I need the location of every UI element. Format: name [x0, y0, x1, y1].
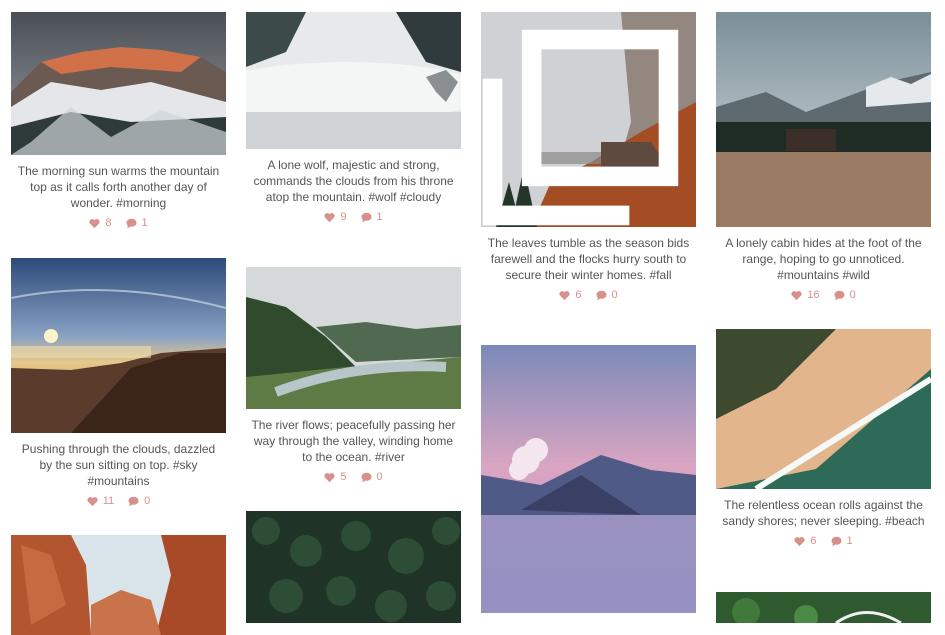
post-image-green-aerial[interactable] — [716, 592, 931, 623]
post-card — [716, 592, 931, 623]
post-stats: 8 1 — [11, 217, 226, 229]
like-count: 6 — [575, 289, 582, 301]
post-caption: A lonely cabin hides at the foot of the … — [725, 236, 922, 282]
heart-icon — [794, 536, 805, 546]
heart-icon — [87, 496, 98, 506]
post-caption: Pushing through the clouds, dazzled by t… — [21, 442, 216, 488]
comment-button[interactable]: 0 — [834, 289, 856, 301]
like-button[interactable]: 16 — [791, 289, 820, 301]
heart-icon — [324, 472, 335, 482]
post-image-pine-forest[interactable] — [246, 511, 461, 623]
comment-count: 1 — [376, 211, 383, 223]
like-count: 6 — [810, 535, 817, 547]
post-image-mountain-cabin[interactable] — [716, 12, 931, 227]
heart-icon — [559, 290, 570, 300]
post-card — [481, 345, 696, 613]
comment-button[interactable]: 0 — [595, 289, 618, 301]
comment-count: 1 — [141, 217, 148, 229]
post-card: The morning sun warms the mountain top a… — [11, 12, 226, 229]
post-image-beach-aerial[interactable] — [716, 329, 931, 489]
comment-button[interactable]: 1 — [830, 535, 853, 547]
like-count: 5 — [340, 471, 347, 483]
multiple-photos-icon — [482, 29, 679, 226]
comment-icon — [125, 218, 137, 229]
like-button[interactable]: 9 — [324, 211, 347, 223]
comment-count: 0 — [611, 289, 618, 301]
like-button[interactable]: 5 — [324, 471, 347, 483]
post-caption: A lone wolf, majestic and strong, comman… — [253, 158, 454, 204]
like-count: 11 — [102, 495, 115, 507]
comment-button[interactable]: 1 — [125, 217, 148, 229]
comment-button[interactable]: 0 — [128, 495, 150, 507]
comment-icon — [595, 290, 607, 301]
post-card — [11, 535, 226, 635]
post-caption: The morning sun warms the mountain top a… — [17, 164, 220, 210]
post-image-foggy-autumn[interactable] — [481, 12, 696, 227]
like-count: 16 — [807, 289, 820, 301]
post-stats: 9 1 — [246, 211, 461, 223]
like-button[interactable]: 6 — [794, 535, 817, 547]
comment-count: 0 — [849, 289, 856, 301]
comment-button[interactable]: 0 — [360, 471, 383, 483]
post-card — [246, 511, 461, 623]
post-image-red-canyon[interactable] — [11, 535, 226, 635]
post-caption: The relentless ocean rolls against the s… — [722, 498, 925, 528]
post-stats: 6 0 — [481, 289, 696, 301]
heart-icon — [791, 290, 802, 300]
post-image-volcano[interactable] — [481, 345, 696, 613]
post-card: A lone wolf, majestic and strong, comman… — [246, 12, 461, 223]
post-card: The river flows; peacefully passing her … — [246, 267, 461, 483]
post-stats: 11 0 — [11, 495, 226, 507]
post-image-snowy-mountain[interactable] — [11, 12, 226, 155]
comment-icon — [360, 212, 372, 223]
post-image-river-valley[interactable] — [246, 267, 461, 409]
post-caption: The river flows; peacefully passing her … — [251, 418, 456, 464]
like-button[interactable]: 11 — [87, 495, 114, 507]
post-stats: 6 1 — [716, 535, 931, 547]
comment-count: 1 — [846, 535, 853, 547]
like-count: 9 — [340, 211, 347, 223]
comment-button[interactable]: 1 — [360, 211, 383, 223]
heart-icon — [89, 218, 100, 228]
post-stats: 16 0 — [716, 289, 931, 301]
like-button[interactable]: 8 — [89, 217, 112, 229]
comment-count: 0 — [376, 471, 383, 483]
post-stats: 5 0 — [246, 471, 461, 483]
post-card: The relentless ocean rolls against the s… — [716, 329, 931, 547]
comment-count: 0 — [144, 495, 151, 507]
post-card: The leaves tumble as the season bids far… — [481, 12, 696, 301]
like-count: 8 — [105, 217, 112, 229]
heart-icon — [324, 212, 335, 222]
post-image-sunset-clouds[interactable] — [11, 258, 226, 433]
post-image-wolf-clouds[interactable] — [246, 12, 461, 149]
like-button[interactable]: 6 — [559, 289, 582, 301]
post-caption: The leaves tumble as the season bids far… — [487, 236, 690, 282]
comment-icon — [360, 472, 372, 483]
comment-icon — [830, 536, 842, 547]
post-card: A lonely cabin hides at the foot of the … — [716, 12, 931, 301]
comment-icon — [834, 290, 845, 301]
comment-icon — [128, 496, 139, 507]
post-card: Pushing through the clouds, dazzled by t… — [11, 258, 226, 507]
